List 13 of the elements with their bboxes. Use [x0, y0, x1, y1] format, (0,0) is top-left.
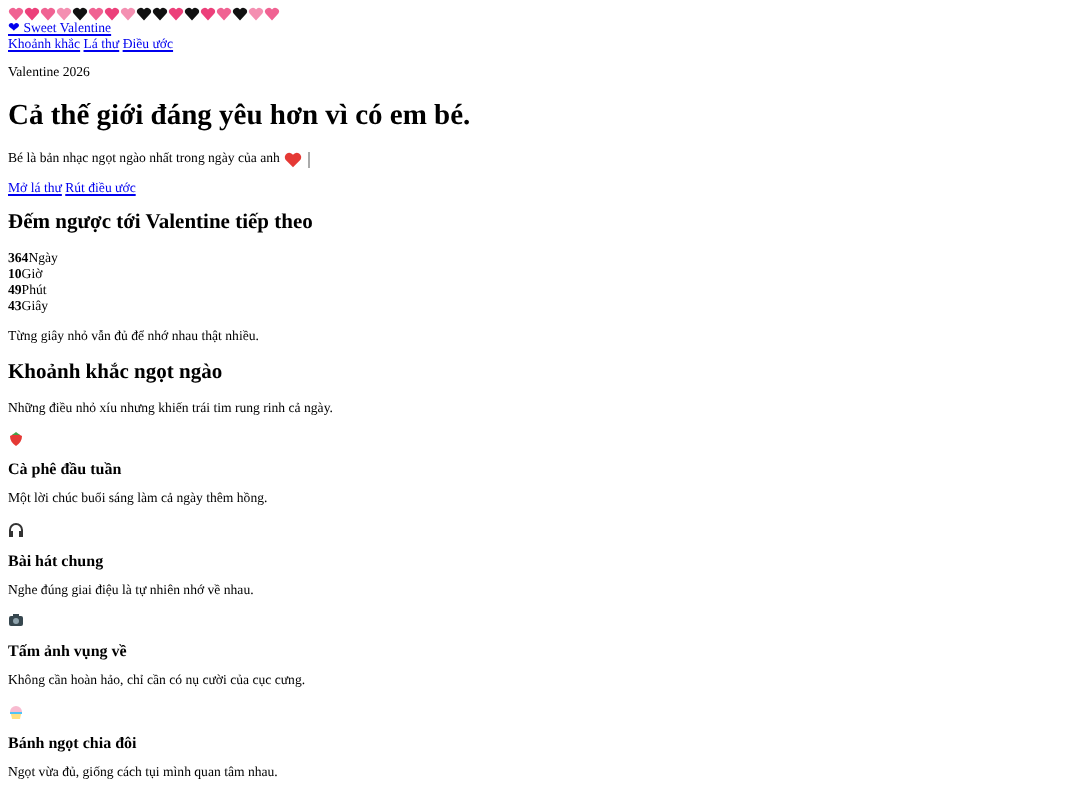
text-cursor-icon — [307, 151, 310, 167]
moment-title: Bánh ngọt chia đôi — [8, 733, 139, 751]
strawberry-icon — [8, 430, 24, 446]
page-title: Cả thế giới đáng yêu hơn vì có em bé. — [8, 99, 473, 133]
moment-title: Cà phê đầu tuần — [8, 460, 124, 478]
camera-icon — [8, 612, 24, 628]
section-heading: Khoảnh khắc ngọt ngào — [8, 361, 225, 385]
section-heading: Đếm ngược tới Valentine tiếp theo — [8, 212, 315, 236]
moment-title: Bài hát chung — [8, 551, 106, 569]
moment-title: Tấm ảnh vụng về — [8, 642, 129, 660]
cake-icon — [8, 703, 24, 719]
heart-icon — [283, 151, 302, 167]
headphones-icon — [8, 521, 24, 537]
